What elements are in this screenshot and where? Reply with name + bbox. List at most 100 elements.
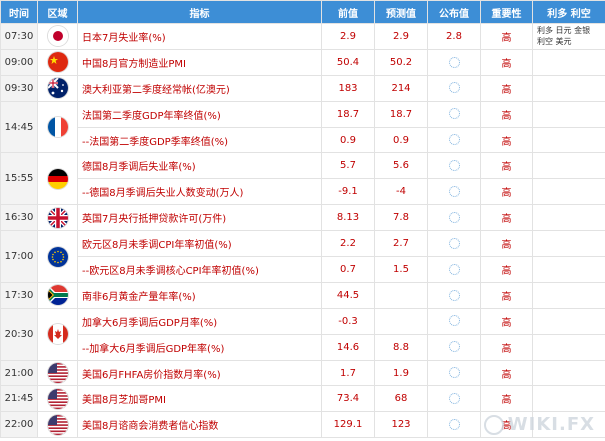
time-cell: 16:30 bbox=[0, 204, 38, 232]
indicator-cell[interactable]: 美国6月FHFA房价指数月率(%) bbox=[77, 359, 322, 387]
bull-note: 利多 日元 金银 bbox=[537, 26, 591, 36]
region-cell bbox=[37, 411, 78, 439]
loading-spinner-icon bbox=[448, 315, 460, 327]
loading-spinner-icon bbox=[448, 186, 460, 198]
published-cell bbox=[427, 48, 481, 76]
indicator-cell[interactable]: 中国8月官方制造业PMI bbox=[77, 48, 322, 76]
forecast-cell: 50.2 bbox=[374, 48, 428, 76]
ca-flag-icon bbox=[47, 324, 68, 345]
header-indicator: 指标 bbox=[77, 0, 322, 24]
importance-cell: 高 bbox=[480, 74, 533, 102]
published-cell bbox=[427, 178, 481, 206]
region-cell bbox=[37, 359, 78, 387]
note-cell bbox=[532, 359, 605, 387]
indicator-cell[interactable]: --欧元区8月未季调核心CPI年率初值(%) bbox=[77, 256, 322, 283]
previous-cell: 183 bbox=[321, 74, 375, 102]
time-cell: 15:55 bbox=[0, 152, 38, 206]
indicator-cell[interactable]: 加拿大6月季调后GDP月率(%) bbox=[77, 307, 322, 335]
time-cell: 07:30 bbox=[0, 23, 38, 50]
published-cell bbox=[427, 152, 481, 180]
previous-cell: 0.9 bbox=[321, 126, 375, 154]
forecast-cell: 5.6 bbox=[374, 152, 428, 180]
previous-cell: -0.3 bbox=[321, 307, 375, 335]
loading-spinner-icon bbox=[448, 160, 460, 172]
previous-cell: 50.4 bbox=[321, 48, 375, 76]
table-row: 17:00 欧元区8月未季调CPI年率初值(%) 2.2 2.7 高 bbox=[0, 230, 605, 283]
table-row: --法国第二季度GDP季率终值(%) 0.9 0.9 高 bbox=[1, 126, 605, 154]
table-row: 17:30 南非6月黄金产量年率(%) 44.5 高 bbox=[0, 281, 605, 309]
importance-cell: 高 bbox=[480, 230, 533, 258]
indicator-cell[interactable]: 欧元区8月未季调CPI年率初值(%) bbox=[77, 230, 322, 258]
region-cell bbox=[37, 48, 78, 76]
loading-spinner-icon bbox=[448, 237, 460, 249]
indicator-cell[interactable]: 美国8月谘商会消费者信心指数 bbox=[77, 411, 322, 439]
indicator-cell[interactable]: 英国7月央行抵押贷款许可(万件) bbox=[77, 204, 322, 232]
previous-cell: 5.7 bbox=[321, 152, 375, 180]
table-row: 14:45 法国第二季度GDP年率终值(%) 18.7 18.7 高 bbox=[0, 100, 605, 154]
us-flag-icon bbox=[47, 414, 68, 435]
table-row: --德国8月季调后失业人数变动(万人) -9.1 -4 高 bbox=[1, 178, 605, 206]
importance-cell: 高 bbox=[480, 307, 533, 335]
loading-spinner-icon bbox=[448, 393, 460, 405]
region-cell bbox=[37, 385, 78, 413]
note-cell bbox=[532, 178, 605, 206]
watermark-icon bbox=[483, 415, 504, 435]
forecast-cell: 1.9 bbox=[374, 359, 428, 387]
note-cell bbox=[532, 333, 605, 361]
published-cell bbox=[427, 411, 481, 439]
table-row: 21:45 美国8月芝加哥PMI 73.4 68 高 bbox=[0, 385, 605, 413]
time-cell: 17:00 bbox=[0, 230, 38, 283]
table-body: 07:30 日本7月失业率(%) 2.9 2.9 2.8 高利多 日元 金银 利空 美元 09… bbox=[0, 23, 605, 439]
table-row: 07:30 日本7月失业率(%) 2.9 2.9 2.8 高利多 日元 金银 利空 美元 bbox=[0, 23, 605, 50]
time-cell: 22:00 bbox=[0, 411, 38, 439]
importance-cell: 高 bbox=[480, 126, 533, 154]
importance-cell: 高 bbox=[480, 152, 533, 180]
indicator-cell[interactable]: 日本7月失业率(%) bbox=[77, 23, 322, 50]
published-cell bbox=[427, 204, 481, 232]
loading-spinner-icon bbox=[448, 108, 460, 120]
au-flag-icon bbox=[47, 78, 68, 99]
note-cell bbox=[532, 152, 605, 180]
note-cell bbox=[532, 385, 605, 413]
loading-spinner-icon bbox=[448, 263, 460, 275]
indicator-cell[interactable]: --法国第二季度GDP季率终值(%) bbox=[77, 126, 322, 154]
table-header-row: 时间 区域 指标 前值 预测值 公布值 重要性 利多 利空 bbox=[0, 0, 605, 24]
forecast-cell: 8.8 bbox=[374, 333, 428, 361]
us-flag-icon bbox=[47, 363, 68, 384]
us-flag-icon bbox=[47, 388, 68, 409]
note-cell bbox=[532, 74, 605, 102]
published-cell bbox=[427, 256, 481, 283]
region-cell bbox=[37, 230, 78, 283]
loading-spinner-icon bbox=[448, 211, 460, 223]
published-cell bbox=[427, 100, 481, 128]
indicator-cell[interactable]: 美国8月芝加哥PMI bbox=[77, 385, 322, 413]
loading-spinner-icon bbox=[448, 419, 460, 431]
note-cell bbox=[532, 256, 605, 283]
previous-cell: 0.7 bbox=[321, 256, 375, 283]
table-row: 09:00 中国8月官方制造业PMI 50.4 50.2 高 bbox=[0, 48, 605, 76]
note-cell bbox=[532, 307, 605, 335]
forecast-cell bbox=[374, 307, 428, 335]
fr-flag-icon bbox=[47, 117, 68, 138]
indicator-cell[interactable]: 德国8月季调后失业率(%) bbox=[77, 152, 322, 180]
previous-cell: 1.7 bbox=[321, 359, 375, 387]
time-cell: 20:30 bbox=[0, 307, 38, 361]
table-row: --加拿大6月季调后GDP年率(%) 14.6 8.8 高 bbox=[1, 333, 605, 361]
forecast-cell: -4 bbox=[374, 178, 428, 206]
note-cell bbox=[532, 48, 605, 76]
region-cell bbox=[37, 23, 78, 50]
table-row: 09:30 澳大利亚第二季度经常帐(亿澳元) 183 214 高 bbox=[0, 74, 605, 102]
loading-spinner-icon bbox=[448, 367, 460, 379]
loading-spinner-icon bbox=[448, 289, 460, 301]
region-cell bbox=[37, 152, 78, 206]
importance-cell: 高 bbox=[480, 359, 533, 387]
indicator-cell[interactable]: 澳大利亚第二季度经常帐(亿澳元) bbox=[77, 74, 322, 102]
table-row: --欧元区8月未季调核心CPI年率初值(%) 0.7 1.5 高 bbox=[1, 256, 605, 283]
published-cell bbox=[427, 333, 481, 361]
indicator-cell[interactable]: --加拿大6月季调后GDP年率(%) bbox=[77, 333, 322, 361]
indicator-cell[interactable]: 南非6月黄金产量年率(%) bbox=[77, 281, 322, 309]
economic-calendar-table: 时间 区域 指标 前值 预测值 公布值 重要性 利多 利空 07:30 日本7月失… bbox=[0, 0, 605, 439]
eu-flag-icon bbox=[47, 246, 68, 267]
indicator-cell[interactable]: 法国第二季度GDP年率终值(%) bbox=[77, 100, 322, 128]
indicator-cell[interactable]: --德国8月季调后失业人数变动(万人) bbox=[77, 178, 322, 206]
